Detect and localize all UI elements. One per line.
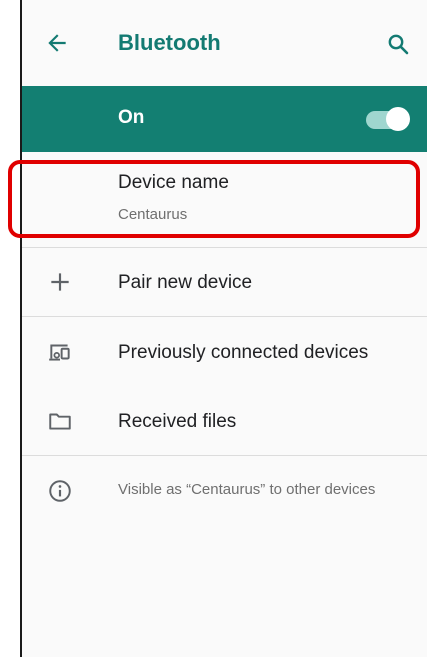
pair-new-device-label: Pair new device (118, 272, 253, 293)
phone-frame: Bluetooth On Device name Centaurus Pair … (0, 0, 427, 657)
previously-connected-devices-label: Previously connected devices (118, 342, 369, 363)
plus-icon (51, 273, 69, 291)
settings-screen: Bluetooth On Device name Centaurus Pair … (20, 0, 427, 657)
pair-new-device-item[interactable]: Pair new device (22, 248, 427, 316)
bluetooth-master-switch-bar[interactable]: On (22, 86, 427, 152)
master-switch-label: On (118, 107, 145, 128)
received-files-item[interactable]: Received files (22, 387, 427, 455)
highlight-box (8, 160, 420, 238)
app-bar: Bluetooth (22, 0, 427, 86)
divider (22, 455, 427, 456)
arrow-left-icon[interactable] (44, 30, 70, 56)
previously-connected-devices-item[interactable]: Previously connected devices (22, 317, 427, 387)
bluetooth-toggle[interactable] (366, 107, 410, 131)
search-icon[interactable] (386, 32, 410, 56)
toggle-thumb (386, 107, 410, 131)
received-files-label: Received files (118, 411, 237, 432)
info-icon (49, 480, 71, 502)
folder-icon (49, 413, 71, 430)
visibility-note: Visible as “Centaurus” to other devices (118, 481, 376, 498)
page-title: Bluetooth (118, 30, 221, 55)
devices-icon (49, 344, 70, 361)
